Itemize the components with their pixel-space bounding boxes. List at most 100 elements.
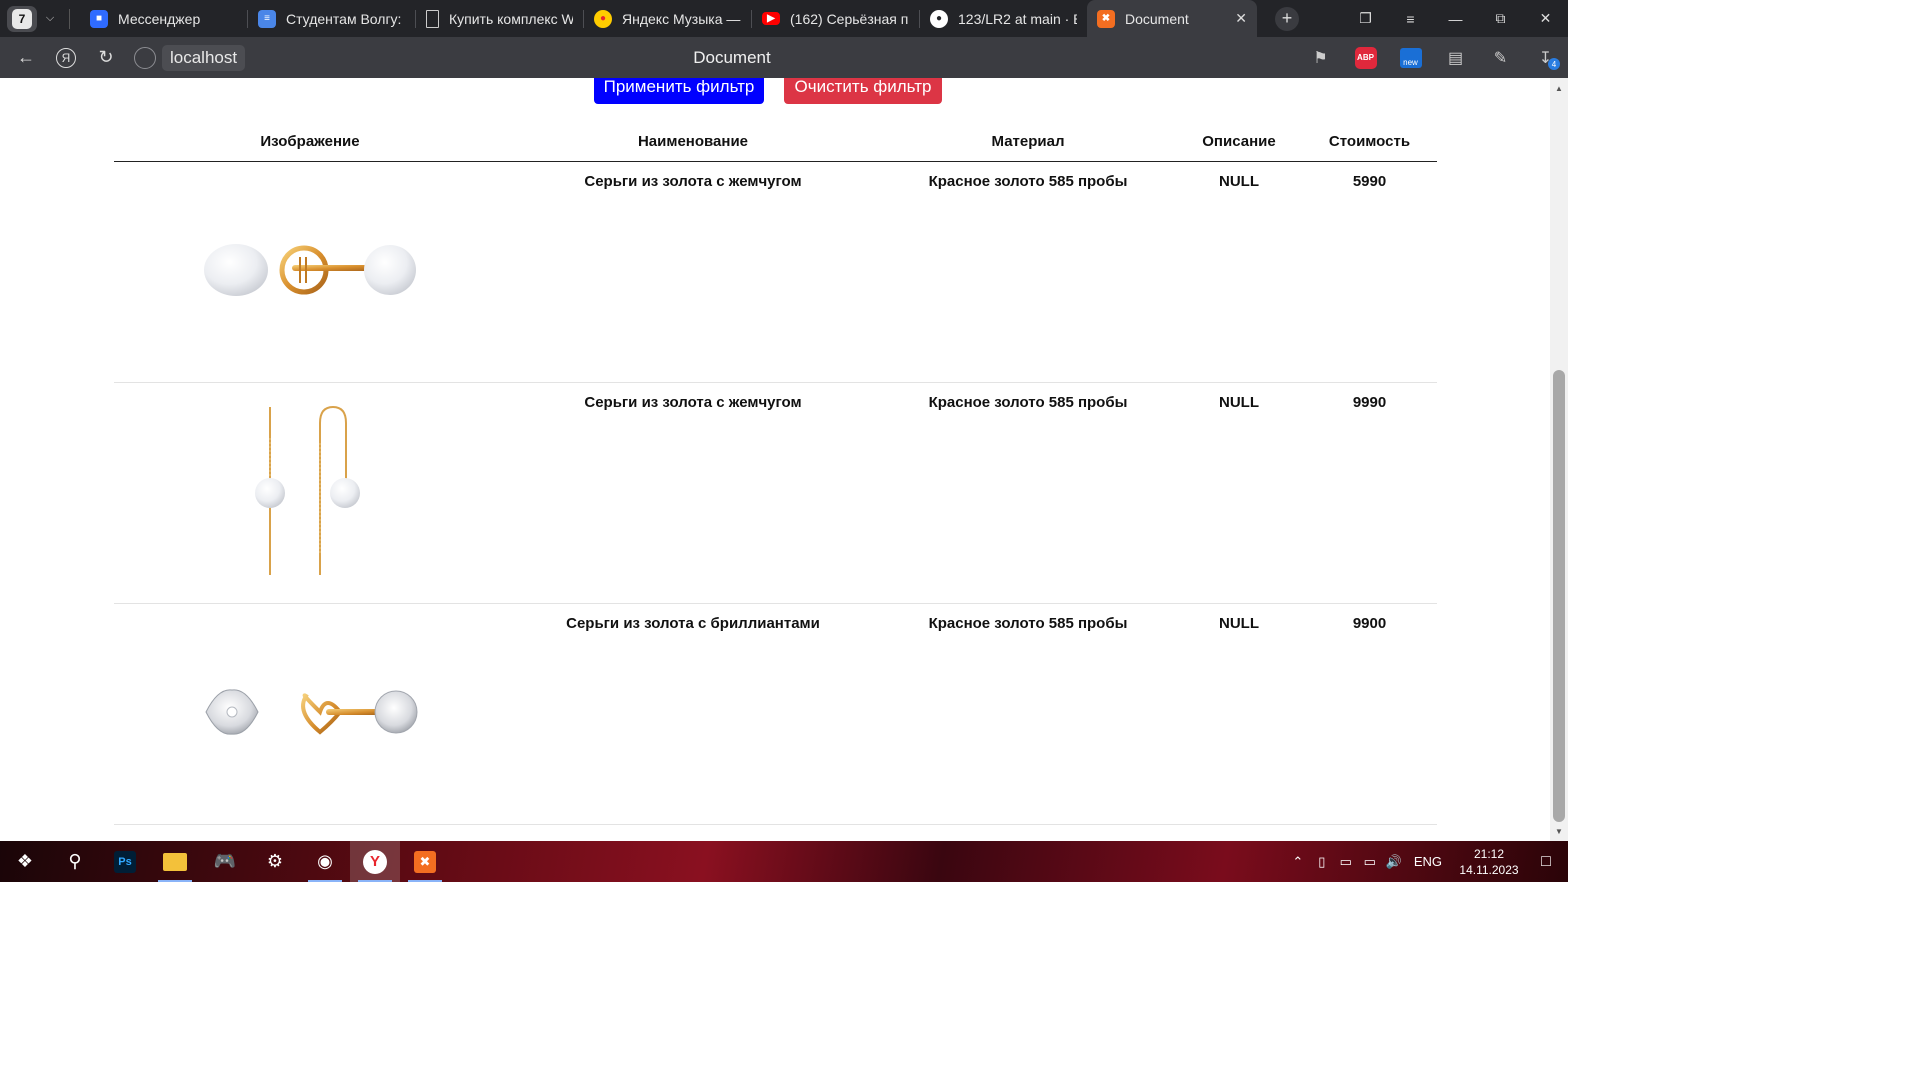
tab-yandex-music[interactable]: ● Яндекс Музыка — с xyxy=(584,0,751,37)
new-tab-button[interactable]: + xyxy=(1275,6,1299,31)
xampp-app[interactable]: ✖ xyxy=(400,841,450,882)
back-arrow-icon[interactable]: ← xyxy=(12,44,40,72)
apply-filter-button[interactable]: Применить фильтр xyxy=(594,78,764,104)
reload-icon[interactable]: ↻ xyxy=(92,44,120,72)
scroll-down-arrow-icon[interactable]: ▼ xyxy=(1550,823,1568,839)
tab-title: (162) Серьёзная про xyxy=(790,10,909,27)
vertical-scrollbar[interactable]: ▲ ▼ xyxy=(1550,78,1568,841)
language-indicator[interactable]: ENG xyxy=(1414,854,1442,869)
site-security-icon[interactable] xyxy=(134,46,156,69)
new-badge-icon: new xyxy=(1399,47,1422,68)
adblock-extension[interactable]: ABP xyxy=(1343,37,1388,78)
github-icon: ● xyxy=(930,9,948,28)
tab-count: 7 xyxy=(12,8,32,29)
header-description: Описание xyxy=(1176,123,1302,162)
clock[interactable]: 21:12 14.11.2023 xyxy=(1454,846,1524,878)
header-name: Наименование xyxy=(506,123,880,162)
product-material: Красное золото 585 пробы xyxy=(880,161,1176,383)
product-name: Серьги из золота с бриллиантами xyxy=(506,603,880,825)
address-bar[interactable]: localhost xyxy=(134,44,246,71)
youtube-icon: ▶ xyxy=(762,12,780,25)
filter-controls: Применить фильтр Очистить фильтр xyxy=(0,78,1550,108)
docs-icon: ≡ xyxy=(258,9,276,28)
tab-title: Мессенджер xyxy=(118,10,201,27)
scroll-up-arrow-icon[interactable]: ▲ xyxy=(1550,80,1568,96)
tab-github[interactable]: ● 123/LR2 at main · Bl xyxy=(920,0,1087,37)
steam-icon[interactable]: ⚙ xyxy=(250,841,300,882)
clear-filter-button[interactable]: Очистить фильтр xyxy=(784,78,942,104)
page-viewport: Применить фильтр Очистить фильтр Изображ… xyxy=(0,78,1550,841)
tab-separator xyxy=(69,8,70,29)
adblock-icon: ABP xyxy=(1354,46,1377,69)
chevron-up-icon[interactable]: ⌃ xyxy=(1286,854,1310,870)
product-material: Красное золото 585 пробы xyxy=(880,603,1176,825)
reader-icon[interactable]: ▤ xyxy=(1433,37,1478,78)
downloads-icon[interactable]: ↧ 4 xyxy=(1523,37,1568,78)
product-description: NULL xyxy=(1176,603,1302,825)
game-app[interactable]: 🎮 xyxy=(200,841,250,882)
chevron-down-icon[interactable]: ⌵ xyxy=(39,6,61,32)
product-material: Красное золото 585 пробы xyxy=(880,382,1176,604)
yandex-browser-app[interactable]: Y xyxy=(350,841,400,882)
minimize-button[interactable]: — xyxy=(1433,0,1478,37)
product-image-cell xyxy=(114,603,506,825)
menu-icon[interactable]: ≡ xyxy=(1388,0,1433,37)
pearl-threader-earrings-image xyxy=(255,405,360,575)
header-material: Материал xyxy=(880,123,1176,162)
search-icon[interactable]: ⚲ xyxy=(50,841,100,882)
photoshop-app[interactable]: Ps xyxy=(100,841,150,882)
folder-icon xyxy=(163,852,187,871)
yandex-home-button[interactable]: Я xyxy=(52,44,80,72)
table-row: Серьги из золота с жемчугом Красное золо… xyxy=(114,382,1437,604)
volume-icon[interactable]: 🔊 xyxy=(1382,854,1406,870)
tab-counter-button[interactable]: 7 xyxy=(7,5,37,32)
product-price: 5990 xyxy=(1302,161,1437,383)
bookmark-icon[interactable]: ⚑ xyxy=(1298,37,1343,78)
battery-icon[interactable]: ▭ xyxy=(1334,854,1358,870)
header-image: Изображение xyxy=(114,123,506,162)
scrollbar-thumb[interactable] xyxy=(1553,370,1565,822)
clock-date: 14.11.2023 xyxy=(1459,862,1519,877)
collections-icon[interactable]: ❐ xyxy=(1343,0,1388,37)
notifications-icon[interactable]: □ xyxy=(1524,853,1568,871)
tab-docs[interactable]: ≡ Студентам Волгу: 20 xyxy=(248,0,415,37)
tab-document[interactable]: ✖ Document ✕ xyxy=(1087,0,1257,37)
product-name: Серьги из золота с жемчугом xyxy=(506,382,880,604)
table-header-row: Изображение Наименование Материал Описан… xyxy=(114,123,1437,162)
new-extension[interactable]: new xyxy=(1388,37,1433,78)
network-icon[interactable]: ▭ xyxy=(1358,854,1382,870)
windows-start-icon[interactable]: ❖ xyxy=(0,841,50,882)
table-row: Серьги из золота с бриллиантами Красное … xyxy=(114,603,1437,825)
tab-title: Document xyxy=(1125,10,1189,27)
tab-shop[interactable]: Купить комплекс W xyxy=(416,0,583,37)
close-tab-icon[interactable]: ✕ xyxy=(1235,10,1247,27)
yandex-music-icon: ● xyxy=(594,9,612,28)
product-price: 9990 xyxy=(1302,382,1437,604)
page-icon xyxy=(426,9,439,28)
clock-time: 21:12 xyxy=(1473,846,1505,861)
diamond-stud-earrings-image xyxy=(205,688,418,735)
restore-button[interactable]: ⧉ xyxy=(1478,0,1523,37)
product-name: Серьги из золота с жемчугом xyxy=(506,161,880,383)
close-window-button[interactable]: ✕ xyxy=(1523,0,1568,37)
translate-extension-icon[interactable]: ✎ xyxy=(1478,37,1523,78)
navigation-bar: ← Я ↻ localhost Document ⚑ ABP new ▤ ✎ ↧… xyxy=(0,37,1568,78)
header-price: Стоимость xyxy=(1302,123,1437,162)
url-host[interactable]: localhost xyxy=(162,44,246,71)
usb-icon[interactable]: ▯ xyxy=(1310,854,1334,870)
photoshop-icon: Ps xyxy=(114,850,136,873)
xampp-icon: ✖ xyxy=(1097,9,1115,28)
product-description: NULL xyxy=(1176,161,1302,383)
tab-youtube[interactable]: ▶ (162) Серьёзная про xyxy=(752,0,919,37)
discord-icon[interactable]: ◉ xyxy=(300,841,350,882)
system-tray: ⌃ ▯ ▭ ▭ 🔊 ENG 21:12 14.11.2023 □ xyxy=(1286,841,1568,882)
tab-title: Студентам Волгу: 20 xyxy=(286,10,405,27)
file-explorer-app[interactable] xyxy=(150,841,200,882)
pearl-stud-earrings-image xyxy=(204,243,416,296)
downloads-badge: 4 xyxy=(1548,58,1560,70)
tab-messenger[interactable]: ■ Мессенджер xyxy=(80,0,247,37)
product-price: 9900 xyxy=(1302,603,1437,825)
tab-strip: 7 ⌵ ■ Мессенджер ≡ Студентам Волгу: 20 К… xyxy=(0,0,1568,37)
product-description: NULL xyxy=(1176,382,1302,604)
tab-title: Купить комплекс W xyxy=(449,10,573,27)
